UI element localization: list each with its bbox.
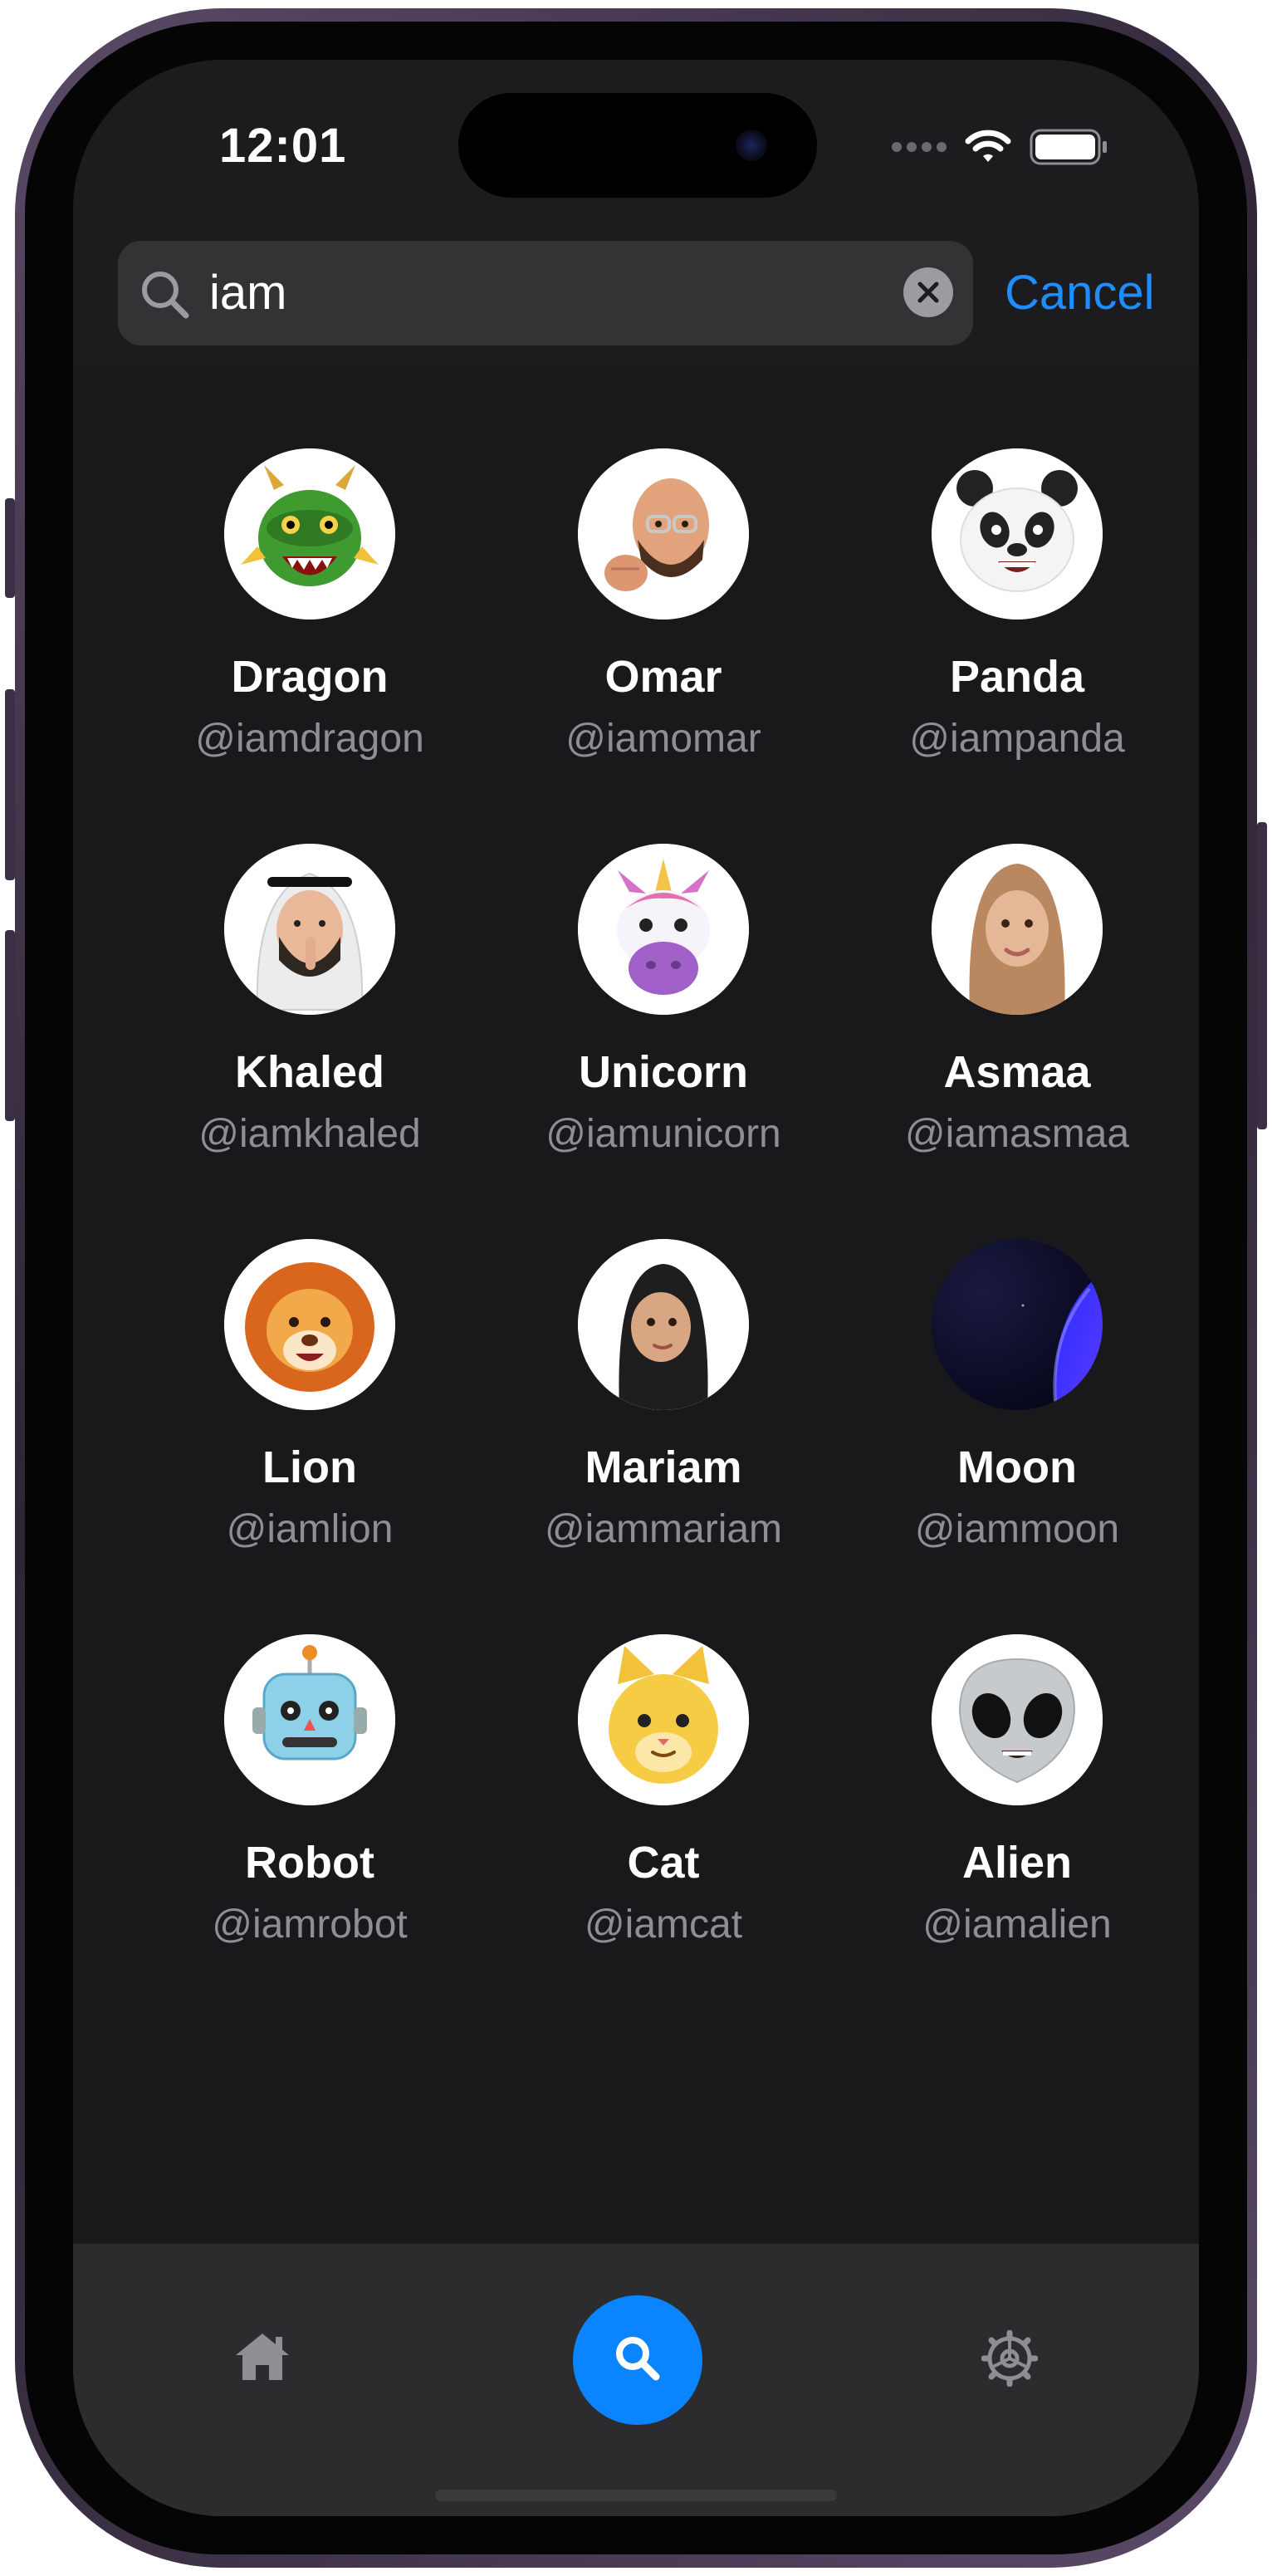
result-card-khaled[interactable]: Khaled @iamkhaled — [136, 844, 490, 1239]
result-handle: @iammariam — [544, 1507, 783, 1551]
alien-icon — [932, 1634, 1103, 1805]
dynamic-island — [458, 93, 817, 198]
woman-hijab-icon — [932, 844, 1103, 1015]
clear-search-icon[interactable] — [903, 267, 953, 317]
tab-bar — [73, 2244, 1199, 2516]
home-indicator — [435, 2490, 837, 2501]
results-grid: Dragon @iamdragon Omar @iamomar Panda @i… — [136, 448, 1197, 2030]
dragon-icon — [224, 448, 395, 620]
result-name: Robot — [245, 1838, 374, 1888]
settings-icon[interactable] — [981, 2329, 1039, 2391]
result-card-dragon[interactable]: Dragon @iamdragon — [136, 448, 490, 844]
panda-icon — [932, 448, 1103, 620]
result-card-unicorn[interactable]: Unicorn @iamunicorn — [490, 844, 844, 1239]
lion-icon — [224, 1239, 395, 1410]
result-handle: @iampanda — [909, 717, 1125, 761]
result-handle: @iamomar — [565, 717, 761, 761]
cancel-button[interactable]: Cancel — [1005, 241, 1155, 345]
cellular-signal-icon — [892, 142, 947, 152]
search-icon — [139, 269, 191, 325]
result-name: Khaled — [234, 1047, 385, 1097]
result-name: Moon — [957, 1442, 1077, 1492]
robot-icon — [224, 1634, 395, 1805]
result-card-lion[interactable]: Lion @iamlion — [136, 1239, 490, 1634]
result-card-asmaa[interactable]: Asmaa @iamasmaa — [844, 844, 1197, 1239]
result-card-panda[interactable]: Panda @iampanda — [844, 448, 1197, 844]
wifi-icon — [965, 130, 1011, 164]
cat-icon — [578, 1634, 749, 1805]
result-card-alien[interactable]: Alien @iamalien — [844, 1634, 1197, 2030]
result-name: Cat — [627, 1838, 700, 1888]
power-button — [1257, 822, 1267, 1129]
search-query[interactable]: iam — [209, 262, 286, 324]
status-indicators — [892, 126, 1109, 168]
result-card-robot[interactable]: Robot @iamrobot — [136, 1634, 490, 2030]
result-name: Unicorn — [578, 1047, 748, 1097]
action-button — [5, 498, 15, 598]
result-handle: @iamrobot — [212, 1903, 408, 1947]
result-handle: @iammoon — [914, 1507, 1120, 1551]
moon-planet-icon — [932, 1239, 1103, 1410]
volume-down-button — [5, 930, 15, 1121]
man-keffiyeh-icon — [224, 844, 395, 1015]
front-camera — [736, 130, 767, 161]
result-handle: @iamcat — [584, 1903, 743, 1947]
result-card-moon[interactable]: Moon @iammoon — [844, 1239, 1197, 1634]
result-handle: @iamlion — [226, 1507, 394, 1551]
tab-search-button[interactable] — [573, 2295, 702, 2425]
girl-hijab-icon — [578, 1239, 749, 1410]
volume-up-button — [5, 689, 15, 880]
result-name: Lion — [262, 1442, 357, 1492]
home-icon[interactable] — [232, 2330, 292, 2387]
result-card-omar[interactable]: Omar @iamomar — [490, 448, 844, 844]
result-name: Mariam — [585, 1442, 742, 1492]
result-name: Omar — [604, 652, 722, 702]
results-area: Dragon @iamdragon Omar @iamomar Panda @i… — [73, 365, 1199, 2244]
search-input[interactable]: iam — [118, 241, 973, 345]
result-name: Asmaa — [943, 1047, 1091, 1097]
result-handle: @iamkhaled — [198, 1112, 421, 1156]
result-name: Dragon — [231, 652, 389, 702]
search-icon — [611, 2332, 664, 2389]
result-handle: @iamasmaa — [904, 1112, 1130, 1156]
result-card-cat[interactable]: Cat @iamcat — [490, 1634, 844, 2030]
result-card-mariam[interactable]: Mariam @iammariam — [490, 1239, 844, 1634]
app-screen: 12:01 iam Cancel Dragon @iamdragon Omar … — [73, 60, 1199, 2516]
result-handle: @iamunicorn — [545, 1112, 781, 1156]
result-handle: @iamalien — [922, 1903, 1112, 1947]
unicorn-icon — [578, 844, 749, 1015]
result-handle: @iamdragon — [195, 717, 424, 761]
battery-icon — [1030, 129, 1109, 165]
result-name: Panda — [949, 652, 1085, 702]
bald-man-icon — [578, 448, 749, 620]
result-name: Alien — [961, 1838, 1073, 1888]
status-time: 12:01 — [219, 119, 347, 173]
